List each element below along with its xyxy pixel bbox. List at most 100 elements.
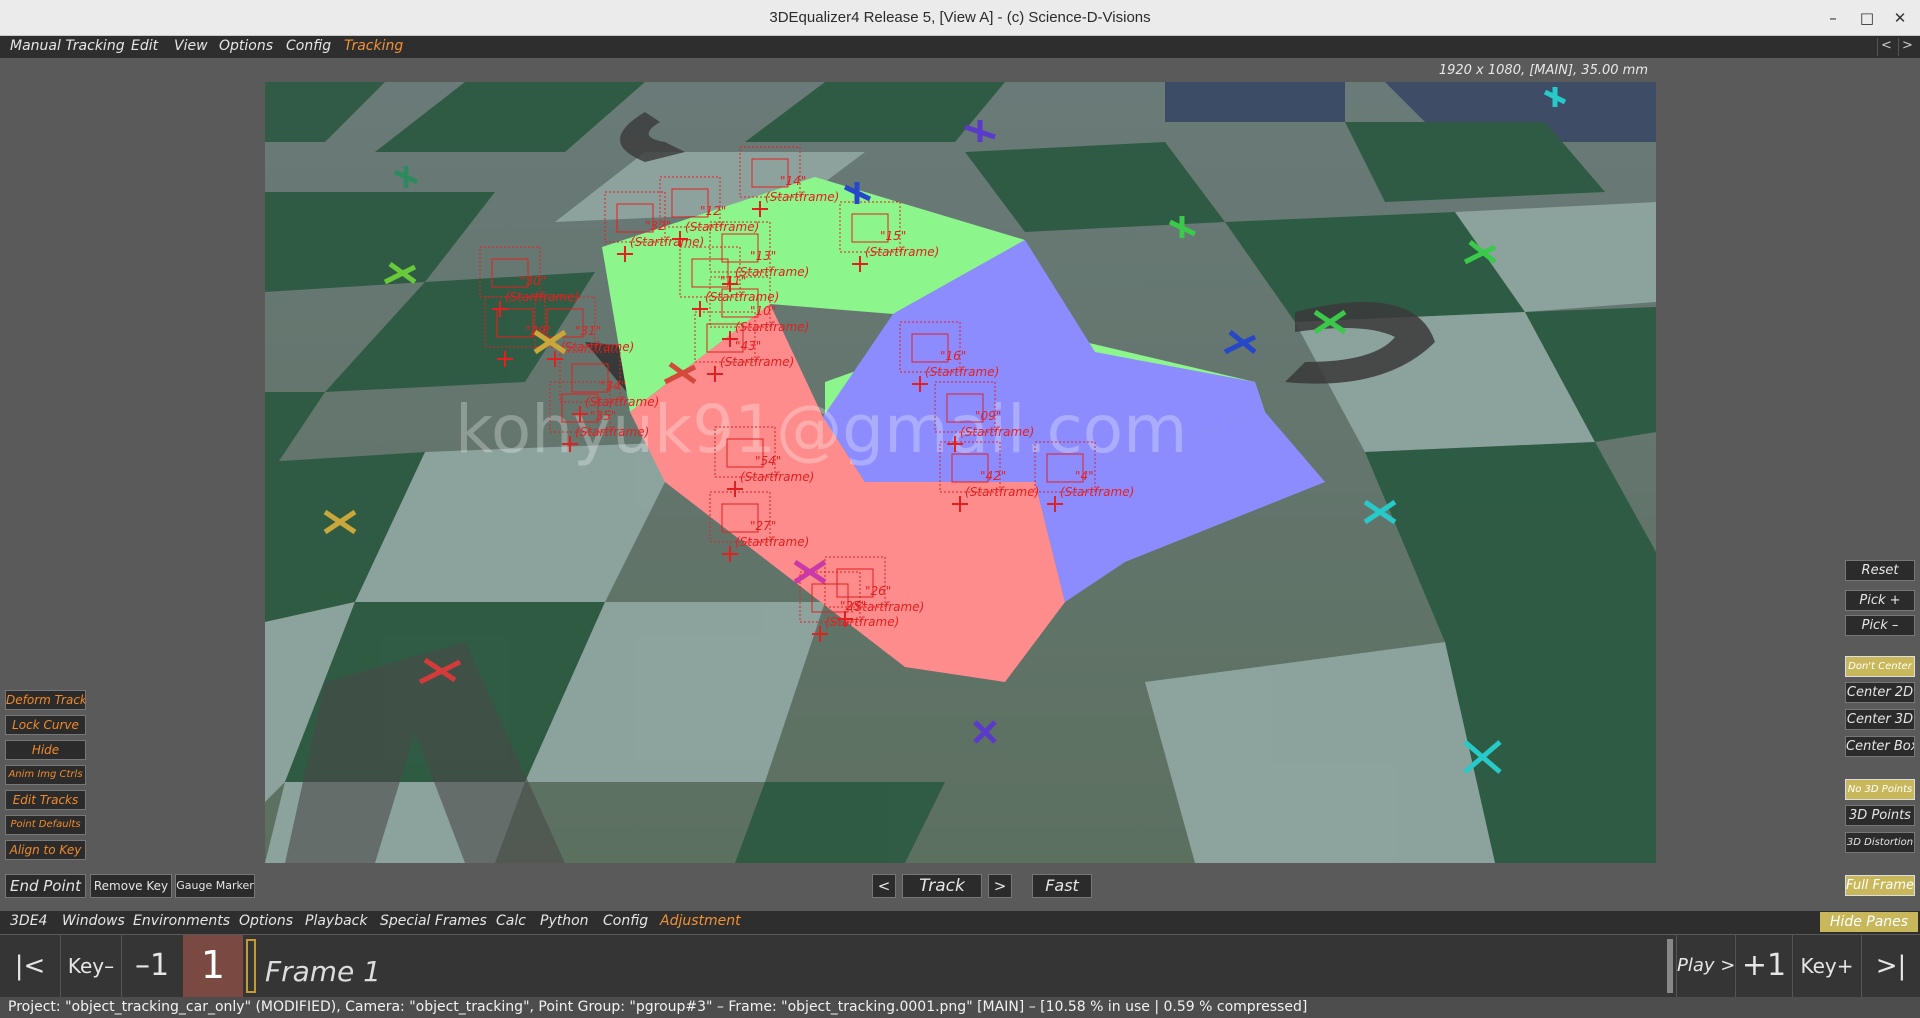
menu-prev-icon[interactable]: <	[1877, 38, 1895, 56]
plus-one-button[interactable]: +1	[1736, 935, 1792, 997]
track-point-status: (Startframe)	[720, 355, 794, 369]
3d-points-button[interactable]: 3D Points	[1845, 805, 1915, 826]
window-titlebar: 3DEqualizer4 Release 5, [View A] - (c) S…	[0, 0, 1920, 36]
menu-tracking[interactable]: Tracking	[344, 38, 403, 54]
menu-next-icon[interactable]: >	[1898, 38, 1916, 56]
full-frame-button[interactable]: Full Frame	[1845, 875, 1915, 896]
menu-options[interactable]: Options	[219, 38, 273, 54]
track-point-name: "34"	[600, 379, 626, 393]
track-point-status: (Startframe)	[765, 190, 839, 204]
track-point-name: "4"	[1075, 469, 1094, 483]
center-3d-button[interactable]: Center 3D	[1845, 709, 1915, 730]
anim-img-ctrls-button[interactable]: Anim Img Ctrls	[5, 765, 86, 785]
top-menubar: Manual Tracking Edit View Options Config…	[0, 36, 1920, 58]
lock-curve-button[interactable]: Lock Curve	[5, 715, 86, 735]
menu-config-bottom[interactable]: Config	[603, 913, 648, 929]
last-frame-button[interactable]: >|	[1862, 935, 1920, 997]
track-point-status: (Startframe)	[575, 425, 649, 439]
track-point-name: "16"	[940, 349, 966, 363]
frame-range-handle[interactable]	[1667, 939, 1673, 993]
camera-viewport[interactable]: kohyuk91@gmail.com "14" (Startframe) "15" (…	[265, 82, 1656, 863]
menu-special-frames[interactable]: Special Frames	[380, 913, 487, 929]
remove-key-button[interactable]: Remove Key	[90, 874, 172, 898]
pick-plus-button[interactable]: Pick +	[1845, 590, 1915, 611]
track-point-name: "13"	[750, 249, 776, 263]
hide-panes-button[interactable]: Hide Panes	[1820, 912, 1918, 932]
minimize-icon[interactable]: –	[1823, 8, 1843, 28]
track-point-name: "32"	[645, 219, 671, 233]
no-3d-points-button[interactable]: No 3D Points	[1845, 779, 1915, 800]
first-frame-button[interactable]: |<	[0, 935, 60, 997]
reset-button[interactable]: Reset	[1845, 560, 1915, 581]
point-defaults-button[interactable]: Point Defaults	[5, 815, 86, 835]
menu-windows[interactable]: Windows	[62, 913, 125, 929]
track-point-name: "15"	[880, 229, 906, 243]
track-point-name: "09"	[975, 409, 1001, 423]
track-point-name: "27"	[750, 519, 776, 533]
track-point-name: "26"	[865, 584, 891, 598]
track-point-name: "54"	[755, 454, 781, 468]
hide-button[interactable]: Hide	[5, 740, 86, 760]
maximize-icon[interactable]: □	[1857, 8, 1877, 28]
track-point-status: (Startframe)	[585, 395, 659, 409]
key-minus-button[interactable]: Key–	[61, 935, 121, 997]
track-point-status: (Startframe)	[705, 290, 779, 304]
timeline-bar: |< Key– –1 1 Frame 1 Play > +1 Key+ >|	[0, 935, 1920, 997]
menu-manual-tracking[interactable]: Manual Tracking	[10, 38, 125, 54]
bottom-menubar: 3DE4 Windows Environments Options Playba…	[0, 911, 1920, 934]
frame-slider-handle[interactable]	[246, 939, 256, 993]
status-bar: Project: "object_tracking_car_only" (MOD…	[0, 997, 1920, 1018]
center-box-button[interactable]: Center Box	[1845, 736, 1915, 757]
track-point-name: "11"	[720, 274, 746, 288]
current-frame-field[interactable]: 1	[183, 935, 243, 997]
align-to-key-button[interactable]: Align to Key	[5, 840, 86, 860]
track-point-status: (Startframe)	[740, 470, 814, 484]
track-point-name: "12"	[700, 204, 726, 218]
watermark-text: kohyuk91@gmail.com	[455, 391, 1187, 468]
track-point-name: "31"	[575, 324, 601, 338]
menu-playback[interactable]: Playback	[305, 913, 367, 929]
track-point-name: "14"	[780, 174, 806, 188]
track-point-status: (Startframe)	[735, 535, 809, 549]
track-prev-button[interactable]: <	[872, 874, 896, 898]
end-point-button[interactable]: End Point	[5, 874, 86, 898]
track-point-status: (Startframe)	[865, 245, 939, 259]
key-plus-button[interactable]: Key+	[1793, 935, 1861, 997]
pick-minus-button[interactable]: Pick –	[1845, 615, 1915, 636]
3d-distortion-button[interactable]: 3D Distortion	[1845, 832, 1915, 853]
track-point-name: "35"	[590, 409, 616, 423]
center-2d-button[interactable]: Center 2D	[1845, 682, 1915, 703]
track-point-name: "30"	[520, 274, 546, 288]
menu-edit[interactable]: Edit	[131, 38, 158, 54]
close-icon[interactable]: ✕	[1890, 8, 1910, 28]
menu-view[interactable]: View	[174, 38, 208, 54]
resolution-info: 1920 x 1080, [MAIN], 35.00 mm	[1438, 63, 1648, 78]
deform-track-button[interactable]: Deform Track	[5, 690, 86, 710]
menu-environments[interactable]: Environments	[133, 913, 230, 929]
menu-calc[interactable]: Calc	[496, 913, 526, 929]
edit-tracks-button[interactable]: Edit Tracks	[5, 790, 86, 810]
minus-one-button[interactable]: –1	[122, 935, 182, 997]
track-point-name: "42"	[980, 469, 1006, 483]
track-point-status: (Startframe)	[960, 425, 1034, 439]
track-button[interactable]: Track	[902, 874, 982, 898]
menu-options-bottom[interactable]: Options	[239, 913, 293, 929]
window-title: 3DEqualizer4 Release 5, [View A] - (c) S…	[769, 9, 1151, 26]
track-point-status: (Startframe)	[1060, 485, 1134, 499]
menu-adjustment[interactable]: Adjustment	[660, 913, 741, 929]
track-point-status: (Startframe)	[825, 615, 899, 629]
menu-3de4[interactable]: 3DE4	[10, 913, 47, 929]
play-button[interactable]: Play >	[1677, 935, 1735, 997]
track-point-name: "43"	[735, 339, 761, 353]
track-next-button[interactable]: >	[988, 874, 1012, 898]
track-point-status: (Startframe)	[735, 320, 809, 334]
gauge-marker-button[interactable]: Gauge Marker	[175, 874, 255, 898]
frame-label: Frame 1	[265, 955, 381, 988]
dont-center-button[interactable]: Don't Center	[1845, 656, 1915, 677]
track-point-name: "25"	[840, 599, 866, 613]
viewport-scene: kohyuk91@gmail.com "14" (Startframe) "15" (…	[265, 82, 1656, 863]
menu-config[interactable]: Config	[286, 38, 331, 54]
fast-button[interactable]: Fast	[1032, 874, 1092, 898]
track-point-status: (Startframe)	[925, 365, 999, 379]
menu-python[interactable]: Python	[540, 913, 589, 929]
